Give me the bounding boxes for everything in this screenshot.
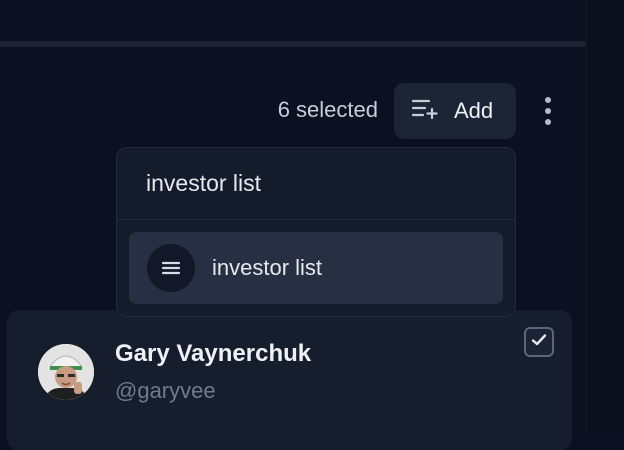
check-icon bbox=[531, 333, 547, 352]
more-vertical-icon bbox=[545, 97, 551, 103]
list-picker-dropdown: investor list bbox=[116, 147, 516, 317]
list-add-icon bbox=[411, 98, 439, 125]
more-options-button[interactable] bbox=[534, 94, 562, 128]
add-to-list-button[interactable]: Add bbox=[394, 83, 516, 139]
add-button-label: Add bbox=[454, 98, 494, 123]
list-search-input[interactable] bbox=[117, 148, 515, 220]
right-side-panel bbox=[586, 0, 624, 432]
selected-count-label: 6 selected bbox=[277, 97, 378, 122]
list-option-label: investor list bbox=[212, 255, 323, 280]
profile-name: Gary Vaynerchuk bbox=[115, 340, 312, 367]
list-option-investor-list[interactable]: investor list bbox=[129, 232, 503, 304]
profile-handle: @garyvee bbox=[115, 378, 216, 403]
profile-card[interactable]: Gary Vaynerchuk @garyvee bbox=[7, 310, 572, 450]
avatar[interactable] bbox=[38, 344, 94, 400]
top-divider-bar bbox=[0, 41, 586, 47]
profile-select-checkbox[interactable] bbox=[524, 327, 554, 357]
list-icon bbox=[147, 244, 195, 292]
